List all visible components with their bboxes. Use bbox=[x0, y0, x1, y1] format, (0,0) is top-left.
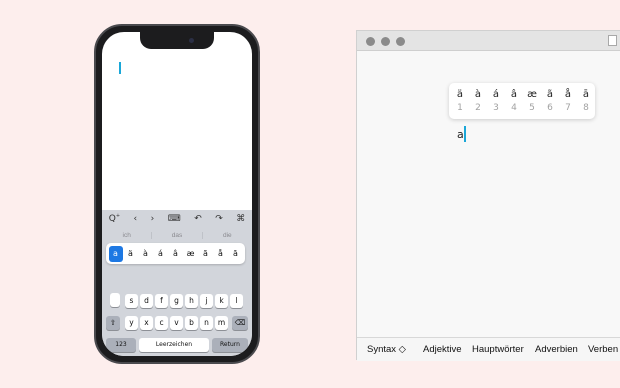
key-a-hidden[interactable] bbox=[110, 293, 120, 307]
accent-char: à bbox=[474, 89, 482, 100]
accent-char: ā bbox=[582, 89, 590, 100]
text-cursor bbox=[464, 126, 466, 142]
key-g[interactable]: g bbox=[170, 294, 183, 308]
accent-char: å bbox=[564, 89, 572, 100]
filter-hauptwoerter[interactable]: Hauptwörter bbox=[472, 344, 524, 355]
accent-char: â bbox=[510, 89, 518, 100]
keyboard-toolbar: Q+ ‹ › ⌨ ↶ ↷ ⌘ bbox=[102, 210, 252, 227]
key-x[interactable]: x bbox=[140, 316, 153, 330]
accent-number: 8 bbox=[583, 103, 589, 113]
return-key[interactable]: Return bbox=[212, 338, 248, 352]
key-b[interactable]: b bbox=[185, 316, 198, 330]
key-k[interactable]: k bbox=[215, 294, 228, 308]
filter-verben[interactable]: Verben bbox=[588, 344, 618, 355]
suggestion-item[interactable]: die bbox=[203, 232, 252, 239]
accent-number: 4 bbox=[511, 103, 517, 113]
accent-option[interactable]: ä bbox=[124, 246, 138, 262]
accent-number: 7 bbox=[565, 103, 571, 113]
accent-number: 6 bbox=[547, 103, 553, 113]
keyboard-icon[interactable]: ⌨ bbox=[168, 214, 181, 224]
redo-icon[interactable]: ↷ bbox=[215, 214, 223, 224]
key-v[interactable]: v bbox=[170, 316, 183, 330]
key-j[interactable]: j bbox=[200, 294, 213, 308]
minimize-button[interactable] bbox=[381, 37, 390, 46]
key-m[interactable]: m bbox=[215, 316, 228, 330]
chevron-right-icon[interactable]: › bbox=[151, 214, 155, 224]
editor-window: ä 1 à 2 á 3 â 4 æ 5 ã 6 å 7 ā 8 a Syntax… bbox=[356, 30, 620, 361]
shift-key[interactable]: ⇧ bbox=[106, 316, 120, 330]
phone-screen: Q+ ‹ › ⌨ ↶ ↷ ⌘ ich das die a ä à á â æ ã bbox=[102, 32, 252, 356]
bottom-toolbar: Syntax ◇ Adjektive Hauptwörter Adverbien… bbox=[357, 337, 620, 361]
accent-option[interactable]: à bbox=[139, 246, 153, 262]
camera-icon bbox=[189, 38, 194, 43]
editor-text[interactable]: a bbox=[457, 128, 464, 141]
close-button[interactable] bbox=[366, 37, 375, 46]
accent-option[interactable]: ā bbox=[229, 246, 243, 262]
accent-option[interactable]: æ bbox=[184, 246, 198, 262]
numbers-key[interactable]: 123 bbox=[106, 338, 136, 352]
key-l[interactable]: l bbox=[230, 294, 243, 308]
key-f[interactable]: f bbox=[155, 294, 168, 308]
window-titlebar bbox=[357, 31, 620, 51]
search-format-icon[interactable]: Q+ bbox=[109, 213, 120, 224]
accent-option[interactable]: â bbox=[169, 246, 183, 262]
accent-picker: ä 1 à 2 á 3 â 4 æ 5 ã 6 å 7 ā 8 bbox=[449, 83, 595, 119]
accent-option[interactable]: á bbox=[154, 246, 168, 262]
filter-adverbien[interactable]: Adverbien bbox=[535, 344, 578, 355]
accent-option[interactable]: å 7 bbox=[560, 88, 576, 115]
accent-char: æ bbox=[527, 89, 537, 100]
key-n[interactable]: n bbox=[200, 316, 213, 330]
phone-notch bbox=[140, 32, 214, 49]
accent-option[interactable]: æ 5 bbox=[524, 88, 540, 115]
accent-option[interactable]: á 3 bbox=[488, 88, 504, 115]
key-h[interactable]: h bbox=[185, 294, 198, 308]
accent-option[interactable]: å bbox=[214, 246, 228, 262]
suggestion-bar: ich das die bbox=[102, 228, 252, 242]
suggestion-item[interactable]: ich bbox=[102, 231, 153, 239]
document-icon bbox=[608, 35, 617, 46]
key-s[interactable]: s bbox=[125, 294, 138, 308]
accent-option[interactable]: â 4 bbox=[506, 88, 522, 115]
chevron-left-icon[interactable]: ‹ bbox=[134, 214, 138, 224]
accent-popup: a ä à á â æ ã å ā bbox=[106, 243, 245, 264]
accent-char: ã bbox=[546, 89, 554, 100]
text-cursor bbox=[119, 62, 121, 74]
syntax-popup-button[interactable]: Syntax ◇ bbox=[367, 344, 406, 355]
accent-number: 5 bbox=[529, 103, 535, 113]
key-y[interactable]: y bbox=[125, 316, 138, 330]
undo-icon[interactable]: ↶ bbox=[194, 214, 202, 224]
suggestion-item[interactable]: das bbox=[152, 231, 203, 239]
filter-adjektive[interactable]: Adjektive bbox=[423, 344, 462, 355]
accent-option[interactable]: ã bbox=[199, 246, 213, 262]
accent-option[interactable]: à 2 bbox=[470, 88, 486, 115]
accent-option[interactable]: a bbox=[108, 245, 123, 262]
accent-char: ä bbox=[456, 89, 464, 100]
accent-option[interactable]: ã 6 bbox=[542, 88, 558, 115]
onscreen-keyboard: Q+ ‹ › ⌨ ↶ ↷ ⌘ ich das die a ä à á â æ ã bbox=[102, 210, 252, 356]
accent-option[interactable]: ä 1 bbox=[452, 88, 468, 115]
space-key[interactable]: Leerzeichen bbox=[139, 338, 209, 352]
key-c[interactable]: c bbox=[155, 316, 168, 330]
key-d[interactable]: d bbox=[140, 294, 153, 308]
accent-option[interactable]: ā 8 bbox=[578, 88, 594, 115]
accent-number: 3 bbox=[493, 103, 499, 113]
backspace-icon[interactable]: ⌫ bbox=[232, 316, 248, 330]
zoom-button[interactable] bbox=[396, 37, 405, 46]
command-icon[interactable]: ⌘ bbox=[236, 214, 245, 224]
iphone-mockup: Q+ ‹ › ⌨ ↶ ↷ ⌘ ich das die a ä à á â æ ã bbox=[94, 24, 260, 364]
accent-char: á bbox=[492, 89, 500, 100]
accent-number: 1 bbox=[457, 103, 463, 113]
accent-number: 2 bbox=[475, 103, 481, 113]
